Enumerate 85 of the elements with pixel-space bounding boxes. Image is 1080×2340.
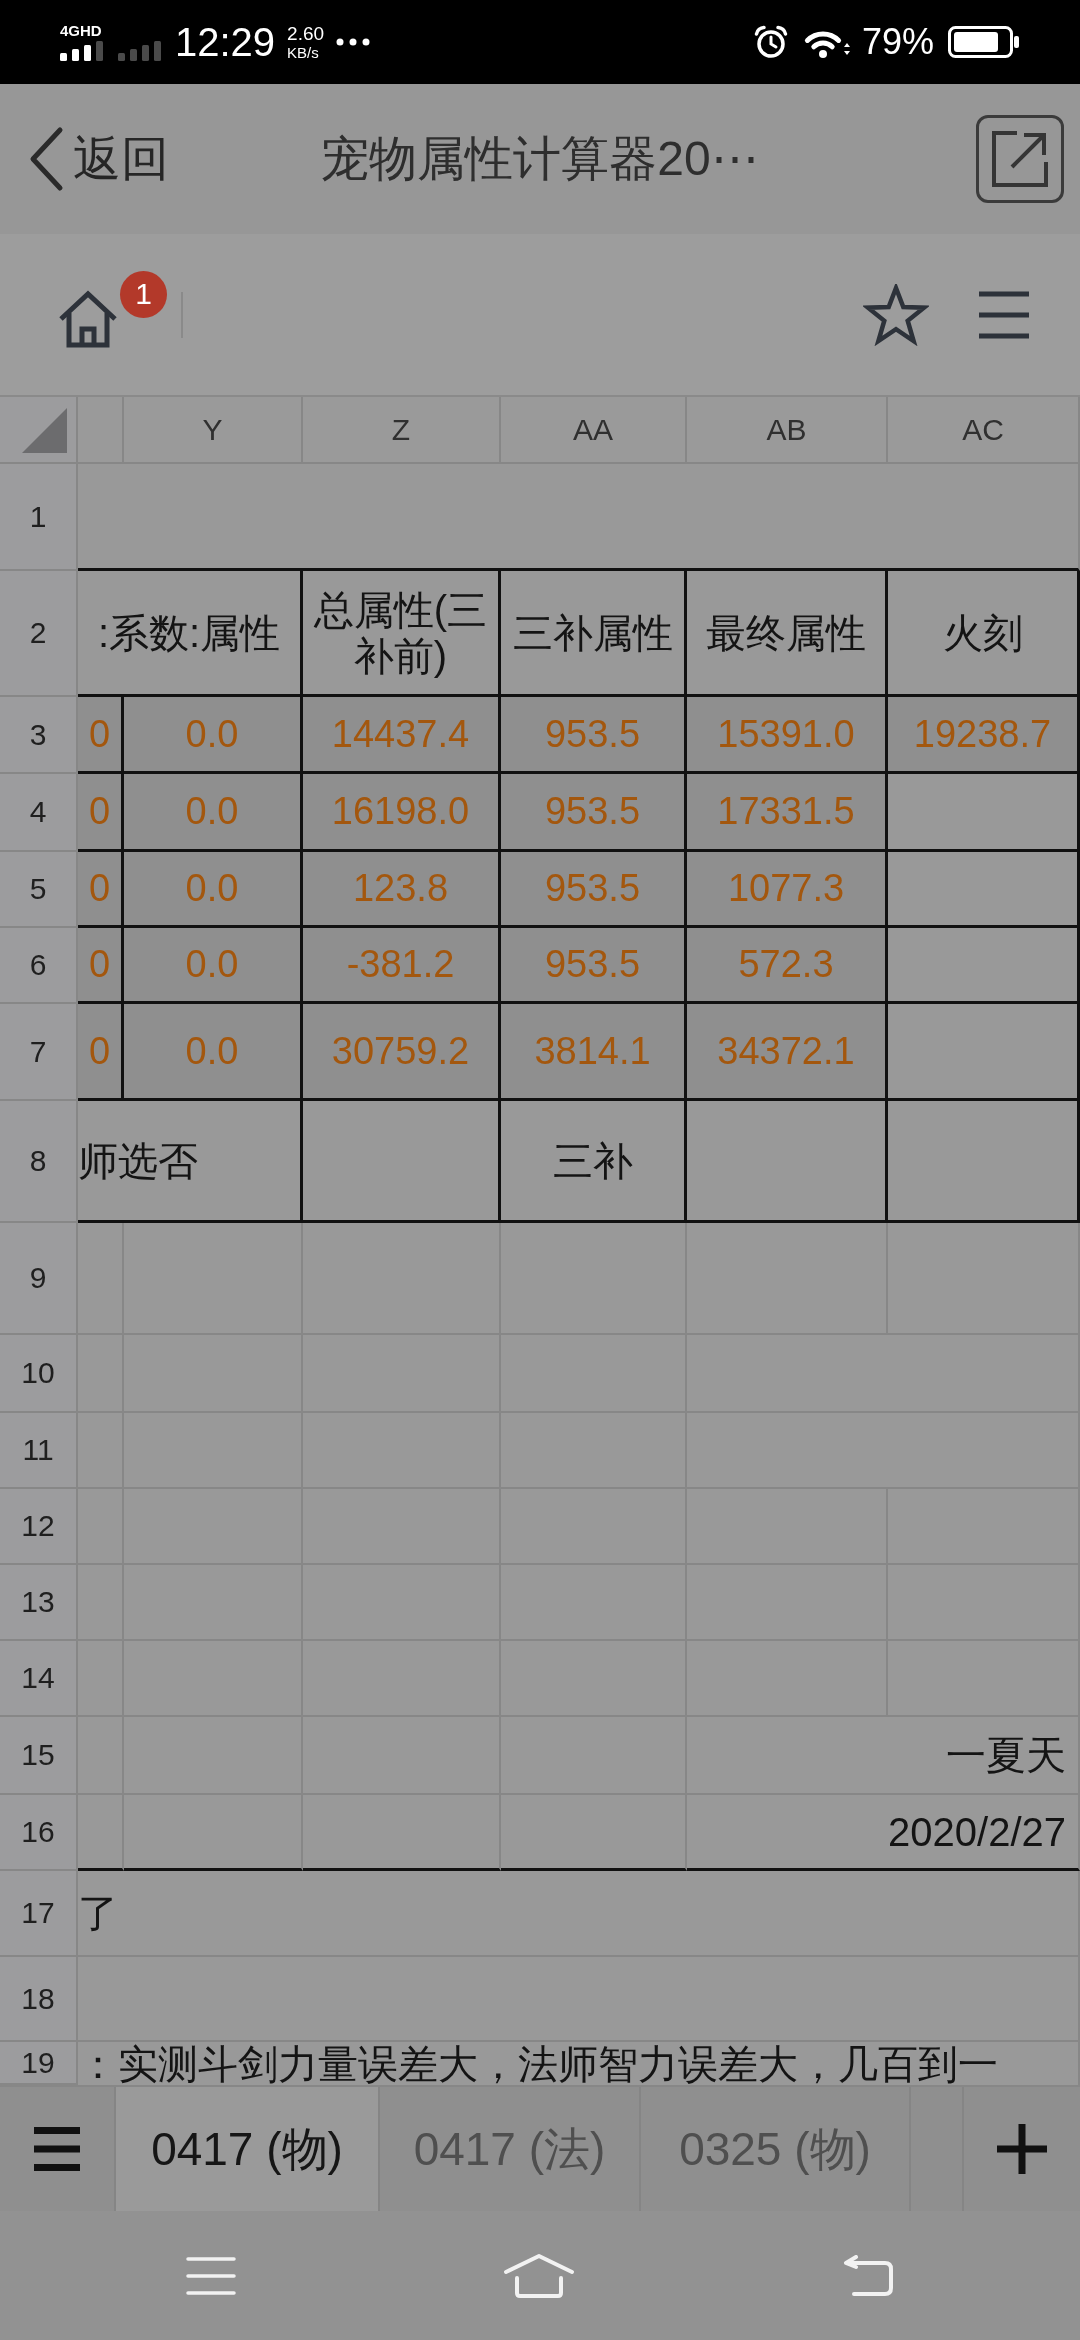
row-header: 7 bbox=[29, 1036, 47, 1067]
table-cell: 14437.4 bbox=[303, 697, 501, 774]
heading-text: :系数:属性 bbox=[97, 609, 281, 656]
battery-icon bbox=[948, 26, 1020, 58]
row-header: 13 bbox=[21, 1587, 55, 1617]
table-cell: 19238.7 bbox=[888, 697, 1080, 774]
note-text: 2020/2/27 bbox=[888, 1811, 1066, 1852]
speed-unit: KB/s bbox=[287, 45, 319, 60]
table-cell: 0 bbox=[78, 774, 124, 852]
home-icon[interactable] bbox=[57, 288, 119, 349]
menu-icon[interactable] bbox=[186, 2255, 236, 2296]
back-button[interactable]: 返回 bbox=[27, 126, 169, 192]
column-header: Y bbox=[202, 414, 223, 445]
table-cell: 0 bbox=[78, 852, 124, 928]
heading-text: 三补属性 bbox=[512, 609, 673, 656]
row-header: 8 bbox=[29, 1146, 47, 1176]
row-header: 17 bbox=[21, 1898, 55, 1928]
row-header: 2 bbox=[29, 618, 47, 648]
row-header: 14 bbox=[21, 1663, 55, 1693]
signal-icon bbox=[118, 41, 162, 61]
table-cell: 30759.2 bbox=[303, 1004, 501, 1101]
alarm-clock-icon bbox=[753, 25, 788, 59]
row-header: 11 bbox=[22, 1435, 54, 1465]
cell-text: 了 bbox=[78, 1893, 118, 1933]
table-cell: 0 bbox=[78, 697, 124, 774]
row-header: 15 bbox=[21, 1740, 55, 1770]
row-header: 18 bbox=[21, 1983, 55, 2014]
row-header: 3 bbox=[29, 719, 47, 750]
sheet-tab[interactable]: 0417 (物) bbox=[116, 2087, 380, 2211]
table-cell: 0.0 bbox=[124, 697, 303, 774]
note-text: 一夏天 bbox=[946, 1735, 1066, 1775]
column-header: AC bbox=[962, 414, 1004, 445]
signal-icon bbox=[60, 41, 104, 61]
row-header: 6 bbox=[29, 950, 47, 980]
home-icon[interactable] bbox=[503, 2252, 575, 2299]
heading-text: 总属性(三补前) bbox=[312, 586, 489, 679]
table-cell: 17331.5 bbox=[687, 774, 888, 852]
table-cell: 572.3 bbox=[687, 928, 888, 1004]
cell-text: ：实测斗剑力量误差大，法师智力误差大，几百到一 bbox=[78, 2043, 998, 2084]
row-header: 16 bbox=[21, 1817, 55, 1847]
battery-percent: 79% bbox=[861, 24, 934, 60]
table-cell: 0 bbox=[78, 1004, 124, 1101]
dots-icon bbox=[336, 38, 371, 46]
table-cell: 953.5 bbox=[501, 852, 687, 928]
heading-text: 最终属性 bbox=[706, 609, 866, 656]
clock-time: 12:29 bbox=[175, 22, 276, 62]
star-icon[interactable] bbox=[863, 283, 929, 346]
row-header: 1 bbox=[29, 501, 47, 532]
back-icon[interactable] bbox=[842, 2254, 894, 2297]
table-cell: 15391.0 bbox=[687, 697, 888, 774]
open-external-button[interactable] bbox=[976, 115, 1064, 203]
notification-badge: 1 bbox=[120, 270, 167, 318]
menu-icon[interactable] bbox=[34, 2127, 80, 2171]
table-cell: 953.5 bbox=[501, 697, 687, 774]
add-icon[interactable] bbox=[997, 2124, 1047, 2174]
row-header: 10 bbox=[21, 1358, 55, 1388]
table-cell: 1077.3 bbox=[687, 852, 888, 928]
table-cell: 0 bbox=[78, 928, 124, 1004]
heading-text: 三补 bbox=[552, 1137, 633, 1184]
table-cell: 0.0 bbox=[124, 852, 303, 928]
row-header: 19 bbox=[21, 2047, 55, 2078]
column-header: AA bbox=[573, 414, 613, 445]
column-header: AB bbox=[766, 414, 807, 445]
table-cell: 16198.0 bbox=[303, 774, 501, 852]
row-header: 12 bbox=[21, 1511, 55, 1541]
network-type: 4GHD bbox=[60, 23, 102, 38]
row-header: 9 bbox=[29, 1263, 47, 1293]
heading-text: 火刻 bbox=[942, 609, 1023, 656]
table-cell: 0.0 bbox=[124, 774, 303, 852]
table-cell: 123.8 bbox=[303, 852, 501, 928]
row-header: 5 bbox=[29, 874, 47, 904]
table-cell: 34372.1 bbox=[687, 1004, 888, 1101]
network-speed: 2.60 bbox=[287, 24, 325, 43]
table-cell: -381.2 bbox=[303, 928, 501, 1004]
table-cell: 0.0 bbox=[124, 1004, 303, 1101]
table-cell: 953.5 bbox=[501, 774, 687, 852]
menu-icon[interactable] bbox=[977, 289, 1031, 340]
column-header: Z bbox=[391, 414, 411, 445]
table-cell: 3814.1 bbox=[501, 1004, 687, 1101]
row-header: 4 bbox=[29, 797, 47, 827]
cell-text: 师选否 bbox=[78, 1140, 198, 1181]
external-link-icon bbox=[990, 129, 1050, 189]
page-title: 宠物属性计算器20⋯ bbox=[321, 135, 759, 183]
table-cell: 0.0 bbox=[124, 928, 303, 1004]
table-cell: 953.5 bbox=[501, 928, 687, 1004]
